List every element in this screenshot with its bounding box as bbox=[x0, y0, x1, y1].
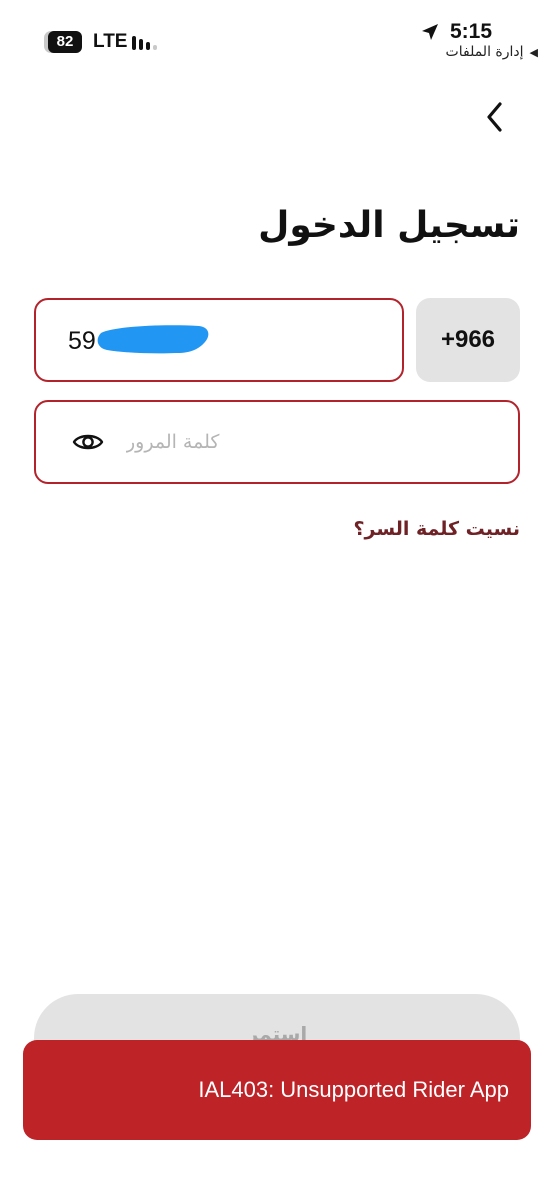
eye-icon bbox=[72, 434, 104, 450]
country-code-selector[interactable]: +966 bbox=[416, 298, 520, 382]
location-arrow-icon bbox=[421, 24, 438, 40]
signal-icon bbox=[132, 34, 162, 50]
time-group: 5:15 bbox=[420, 20, 492, 44]
battery-level: 82 bbox=[56, 33, 74, 50]
password-field[interactable] bbox=[34, 400, 520, 484]
error-toast[interactable]: IAL403: Unsupported Rider App bbox=[23, 1040, 531, 1140]
battery-icon: 82 bbox=[44, 31, 84, 53]
chevron-left-icon bbox=[487, 102, 502, 132]
page-title: تسجيل الدخول bbox=[258, 205, 520, 246]
forgot-password-link[interactable]: نسيت كلمة السر؟ bbox=[354, 514, 520, 544]
phone-number-value: 59 bbox=[68, 327, 96, 355]
clock: 5:15 bbox=[449, 20, 492, 43]
show-password-toggle[interactable] bbox=[72, 428, 104, 456]
password-input[interactable] bbox=[126, 422, 506, 462]
back-triangle-icon: ◀ bbox=[529, 45, 538, 59]
error-toast-message: IAL403: Unsupported Rider App bbox=[198, 1077, 509, 1102]
redaction-mark bbox=[97, 325, 209, 354]
phone-number-field[interactable]: 59 bbox=[34, 298, 404, 382]
back-button[interactable] bbox=[478, 97, 512, 137]
network-type: LTE bbox=[93, 31, 128, 52]
back-to-app-link[interactable]: ◀ إدارة الملفات bbox=[446, 42, 538, 62]
back-to-app-label: إدارة الملفات bbox=[445, 44, 524, 60]
status-bar: 82 LTE 5:15 ◀ إدارة الملفات bbox=[0, 0, 554, 70]
